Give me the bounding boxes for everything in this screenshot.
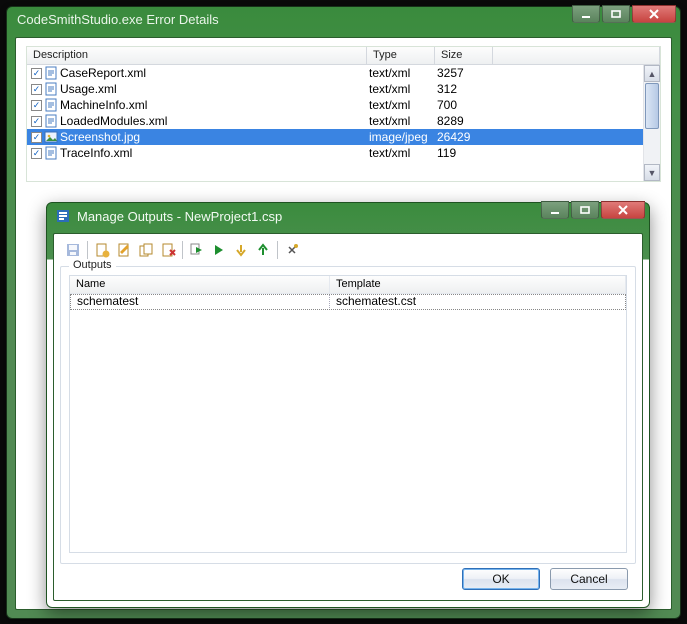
- checkbox-icon[interactable]: ✓: [31, 100, 42, 111]
- file-name: Usage.xml: [60, 82, 117, 96]
- file-type: image/jpeg: [367, 130, 435, 144]
- cancel-button[interactable]: Cancel: [550, 568, 628, 590]
- run-all-icon[interactable]: [208, 239, 230, 261]
- column-size[interactable]: Size: [435, 47, 493, 64]
- ok-button-label: OK: [492, 572, 509, 586]
- file-size: 119: [435, 146, 493, 160]
- manage-outputs-dialog: Manage Outputs - NewProject1.csp: [46, 202, 650, 608]
- xml-file-icon: [44, 82, 58, 96]
- outer-close-button[interactable]: [632, 5, 676, 23]
- toolbar-separator: [277, 241, 278, 259]
- output-template: schematest.cst: [330, 294, 626, 310]
- file-size: 700: [435, 98, 493, 112]
- dialog-app-icon: [55, 208, 71, 224]
- file-name: MachineInfo.xml: [60, 98, 147, 112]
- outer-maximize-button[interactable]: [602, 5, 630, 23]
- file-size: 312: [435, 82, 493, 96]
- dialog-minimize-button[interactable]: [541, 201, 569, 219]
- outputs-group: Outputs Name Template schematestschemate…: [60, 266, 636, 564]
- file-size: 8289: [435, 114, 493, 128]
- delete-output-icon[interactable]: [157, 239, 179, 261]
- add-output-icon[interactable]: [91, 239, 113, 261]
- file-row[interactable]: ✓ CaseReport.xml text/xml3257: [27, 65, 660, 81]
- file-row[interactable]: ✓ Screenshot.jpg image/jpeg26429: [27, 129, 660, 145]
- file-list-header: Description Type Size: [27, 47, 660, 65]
- outputs-list-body: schematestschematest.cst: [70, 294, 626, 310]
- column-template[interactable]: Template: [330, 276, 626, 293]
- checkbox-icon[interactable]: ✓: [31, 148, 42, 159]
- outer-minimize-button[interactable]: [572, 5, 600, 23]
- column-type[interactable]: Type: [367, 47, 435, 64]
- file-size: 26429: [435, 130, 493, 144]
- file-name: TraceInfo.xml: [60, 146, 132, 160]
- outputs-list[interactable]: Name Template schematestschematest.cst: [69, 275, 627, 553]
- scroll-up-button[interactable]: ▲: [644, 65, 660, 82]
- error-file-list[interactable]: Description Type Size ✓ CaseReport.xml tex…: [26, 46, 661, 182]
- file-name: Screenshot.jpg: [60, 130, 140, 144]
- xml-file-icon: [44, 146, 58, 160]
- file-type: text/xml: [367, 98, 435, 112]
- outer-client-area: Description Type Size ✓ CaseReport.xml tex…: [15, 37, 672, 610]
- file-list-scrollbar[interactable]: ▲ ▼: [643, 65, 660, 181]
- column-name[interactable]: Name: [70, 276, 330, 293]
- edit-output-icon[interactable]: [113, 239, 135, 261]
- outer-titlebar[interactable]: CodeSmithStudio.exe Error Details: [7, 7, 680, 31]
- file-type: text/xml: [367, 66, 435, 80]
- checkbox-icon[interactable]: ✓: [31, 84, 42, 95]
- settings-icon[interactable]: [281, 239, 303, 261]
- file-row[interactable]: ✓ TraceInfo.xml text/xml119: [27, 145, 660, 161]
- checkbox-icon[interactable]: ✓: [31, 116, 42, 127]
- ok-button[interactable]: OK: [462, 568, 540, 590]
- error-details-window: CodeSmithStudio.exe Error Details Descri…: [6, 6, 681, 619]
- dialog-maximize-button[interactable]: [571, 201, 599, 219]
- toolbar-separator: [182, 241, 183, 259]
- checkbox-icon[interactable]: ✓: [31, 132, 42, 143]
- move-down-icon[interactable]: [230, 239, 252, 261]
- file-row[interactable]: ✓ MachineInfo.xml text/xml700: [27, 97, 660, 113]
- xml-file-icon: [44, 66, 58, 80]
- dialog-client-area: Outputs Name Template schematestschemate…: [53, 233, 643, 601]
- scroll-down-button[interactable]: ▼: [644, 164, 660, 181]
- file-size: 3257: [435, 66, 493, 80]
- file-row[interactable]: ✓ Usage.xml text/xml312: [27, 81, 660, 97]
- outputs-group-label: Outputs: [69, 259, 116, 271]
- column-blank: [493, 47, 660, 64]
- scroll-thumb[interactable]: [645, 83, 659, 129]
- file-type: text/xml: [367, 82, 435, 96]
- dialog-titlebar[interactable]: Manage Outputs - NewProject1.csp: [47, 203, 649, 229]
- run-single-icon[interactable]: [186, 239, 208, 261]
- checkbox-icon[interactable]: ✓: [31, 68, 42, 79]
- move-up-icon[interactable]: [252, 239, 274, 261]
- file-type: text/xml: [367, 146, 435, 160]
- dialog-close-button[interactable]: [601, 201, 645, 219]
- file-name: LoadedModules.xml: [60, 114, 167, 128]
- outputs-list-header: Name Template: [70, 276, 626, 294]
- cancel-button-label: Cancel: [570, 572, 607, 586]
- save-icon[interactable]: [62, 239, 84, 261]
- image-file-icon: [44, 130, 58, 144]
- xml-file-icon: [44, 98, 58, 112]
- file-list-body: ✓CaseReport.xmltext/xml3257✓Usage.xmltex…: [27, 65, 660, 161]
- file-type: text/xml: [367, 114, 435, 128]
- xml-file-icon: [44, 114, 58, 128]
- file-name: CaseReport.xml: [60, 66, 146, 80]
- file-row[interactable]: ✓ LoadedModules.xml text/xml8289: [27, 113, 660, 129]
- output-row[interactable]: schematestschematest.cst: [70, 294, 626, 310]
- toolbar-separator: [87, 241, 88, 259]
- output-name: schematest: [70, 294, 330, 310]
- dialog-toolbar: [60, 238, 636, 262]
- copy-output-icon[interactable]: [135, 239, 157, 261]
- column-description[interactable]: Description: [27, 47, 367, 64]
